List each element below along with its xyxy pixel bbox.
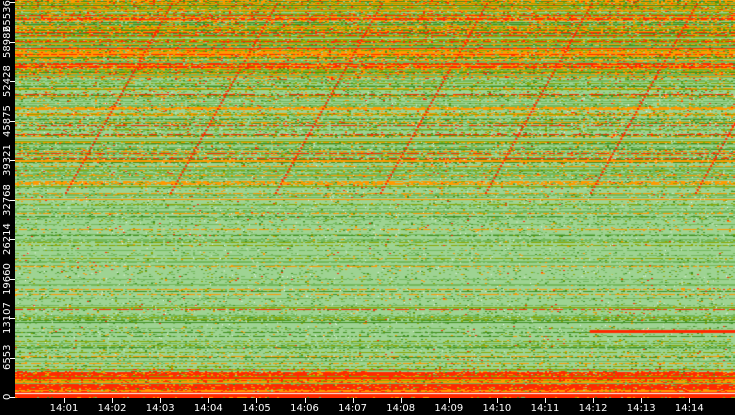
x-tick-label: 14:08: [386, 403, 416, 414]
y-tick-label: 6553: [2, 344, 13, 370]
y-tick-label: 39321: [2, 144, 13, 176]
y-tick-label: 26214: [2, 223, 13, 255]
x-tick-label: 14:09: [434, 403, 464, 414]
x-tick-label: 14:11: [530, 403, 560, 414]
y-tick-label: 13107: [2, 302, 13, 334]
x-tick-label: 14:10: [482, 403, 512, 414]
y-tick-label: 19660: [2, 262, 13, 295]
y-tick-label: 52428: [2, 65, 13, 97]
x-tick-label: 14:04: [193, 403, 223, 414]
y-tick-label: 65536: [2, 0, 13, 32]
x-tick-label: 14:05: [241, 403, 271, 414]
heatmap-plot-area: [15, 0, 735, 398]
heatmap-chart: 0 6553 13107 19660 26214 32768 39321 45875 52428…: [0, 0, 735, 415]
x-tick-label: 14:02: [97, 403, 127, 414]
y-tick-label: 32768: [2, 183, 13, 216]
x-tick-label: 14:07: [338, 403, 368, 414]
y-tick-label: 0: [2, 393, 13, 400]
x-tick-label: 14:13: [626, 403, 656, 414]
x-tick-label: 14:06: [290, 403, 319, 414]
y-tick-label: 45875: [2, 104, 13, 137]
x-tick-label: 14:01: [49, 403, 79, 414]
x-tick-label: 14:03: [145, 403, 175, 414]
x-tick-label: 14:14: [674, 403, 704, 414]
x-tick-label: 14:12: [578, 403, 608, 414]
